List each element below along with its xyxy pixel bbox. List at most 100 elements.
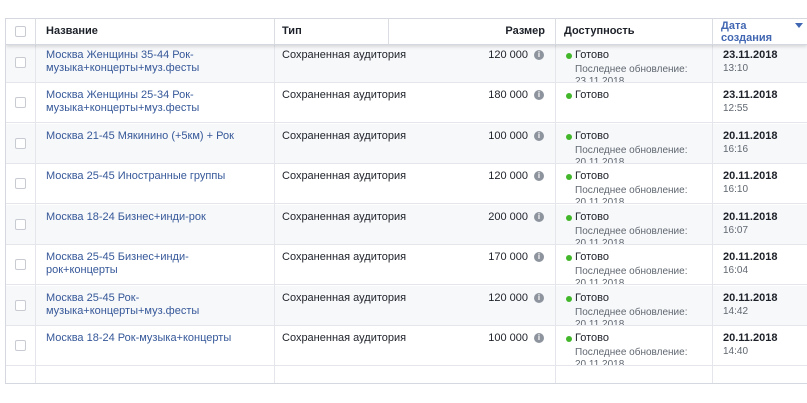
status-ready-dot-icon — [566, 52, 572, 59]
column-grid-line — [274, 19, 275, 383]
created-date: 20.11.2018 — [723, 129, 778, 142]
status-ready-dot-icon — [566, 295, 572, 302]
table-row[interactable]: Москва Женщины 25-34 Рок-музыка+концерты… — [6, 83, 807, 123]
created-time: 13:10 — [723, 62, 749, 74]
column-header-name[interactable]: Название — [46, 19, 98, 44]
audience-size: 120 000 — [488, 170, 528, 182]
column-grid-line — [555, 19, 556, 383]
audience-size: 180 000 — [488, 89, 528, 101]
info-icon[interactable]: i — [534, 252, 544, 262]
status-ready-dot-icon — [566, 255, 572, 261]
audience-size: 200 000 — [488, 210, 528, 223]
sort-descending-icon[interactable] — [795, 23, 803, 28]
audience-size: 170 000 — [488, 251, 528, 263]
table-row[interactable]: Москва 18-24 Рок-музыка+концерты Сохранен… — [6, 326, 807, 366]
audience-size: 120 000 — [488, 48, 528, 61]
column-grid-line — [712, 19, 713, 383]
column-header-created[interactable]: Дата создания — [721, 20, 772, 45]
row-checkbox[interactable] — [15, 56, 26, 68]
table-row[interactable]: Москва 25-45 Бизнес+инди-рок+концерты Сох… — [6, 245, 807, 285]
info-icon[interactable]: i — [534, 130, 544, 141]
created-time: 16:10 — [723, 184, 749, 195]
audience-name-link[interactable]: Москва 25-45 Бизнес+инди-рок+концерты — [46, 251, 246, 277]
row-checkbox[interactable] — [15, 97, 26, 108]
last-updated-label: Последнее обновление: — [575, 225, 688, 237]
status-text: Готово — [575, 332, 609, 344]
info-icon[interactable]: i — [534, 333, 544, 343]
column-header-type[interactable]: Тип — [282, 19, 302, 44]
row-checkbox[interactable] — [15, 340, 26, 351]
created-date: 20.11.2018 — [723, 170, 778, 182]
created-time: 14:40 — [723, 346, 749, 357]
column-divider — [555, 19, 556, 44]
audience-size: 100 000 — [488, 129, 528, 142]
audience-type: Сохраненная аудитория — [282, 129, 407, 142]
last-updated-label: Последнее обновление: — [575, 306, 688, 318]
audience-name-link[interactable]: Москва 18-24 Рок-музыка+концерты — [46, 332, 246, 345]
audience-name-link[interactable]: Москва 21-45 Мякинино (+5км) + Рок — [46, 130, 246, 143]
column-divider — [388, 19, 389, 44]
audience-size: 100 000 — [488, 332, 528, 344]
row-checkbox[interactable] — [15, 299, 26, 311]
status-ready-dot-icon — [566, 133, 572, 140]
table-row[interactable]: Москва 21-45 Мякинино (+5км) + Рок Сохран… — [6, 123, 807, 164]
audience-size: 120 000 — [488, 291, 528, 304]
status-ready-dot-icon — [566, 336, 572, 342]
created-date: 23.11.2018 — [723, 48, 778, 61]
created-date: 20.11.2018 — [723, 291, 778, 304]
audience-type: Сохраненная аудитория — [282, 251, 407, 263]
created-time: 16:07 — [723, 224, 749, 236]
status-text: Готово — [575, 251, 609, 263]
audience-type: Сохраненная аудитория — [282, 210, 407, 223]
status-text: Готово — [575, 89, 609, 101]
last-updated-label: Последнее обновление: — [575, 185, 688, 196]
row-checkbox[interactable] — [15, 178, 26, 189]
created-date: 20.11.2018 — [723, 251, 778, 263]
table-row[interactable]: Москва 25-45 Иностранные группы Сохраненн… — [6, 164, 807, 204]
last-updated-date: 20.11.2018 — [575, 318, 625, 326]
row-checkbox[interactable] — [15, 218, 26, 230]
created-time: 16:16 — [723, 143, 749, 155]
audience-type: Сохраненная аудитория — [282, 291, 407, 304]
table-row[interactable]: Москва 25-45 Рок-музыка+концерты+муз.фес… — [6, 285, 807, 326]
last-updated-date: 20.11.2018 — [575, 278, 625, 285]
info-icon[interactable]: i — [534, 49, 544, 60]
info-icon[interactable]: i — [534, 211, 544, 222]
column-header-size[interactable]: Размер — [505, 19, 545, 44]
info-icon[interactable]: i — [534, 171, 544, 181]
created-time: 16:04 — [723, 265, 749, 276]
created-date: 20.11.2018 — [723, 332, 778, 344]
last-updated-date: 20.11.2018 — [575, 237, 625, 245]
last-updated-label: Последнее обновление: — [575, 347, 688, 358]
audience-name-link[interactable]: Москва 25-45 Рок-музыка+концерты+муз.фес… — [46, 292, 246, 318]
column-header-availability[interactable]: Доступность — [564, 19, 635, 44]
row-checkbox[interactable] — [15, 259, 26, 270]
status-ready-dot-icon — [566, 214, 572, 221]
column-divider — [274, 19, 275, 44]
select-all-checkbox[interactable] — [15, 26, 26, 37]
column-grid-line — [35, 19, 36, 383]
audience-type: Сохраненная аудитория — [282, 170, 407, 182]
audience-name-link[interactable]: Москва Женщины 25-34 Рок-музыка+концерты… — [46, 89, 246, 115]
info-icon[interactable]: i — [534, 292, 544, 303]
audience-name-link[interactable]: Москва Женщины 35-44 Рок-музыка+концерты… — [46, 49, 246, 75]
row-checkbox[interactable] — [15, 137, 26, 149]
column-header-created-line2: создания — [721, 32, 773, 44]
status-ready-dot-icon — [566, 174, 572, 180]
audience-type: Сохраненная аудитория — [282, 89, 407, 101]
table-row[interactable]: Москва 18-24 Бизнес+инди-рок Сохраненная … — [6, 204, 807, 245]
audience-name-link[interactable]: Москва 25-45 Иностранные группы — [46, 170, 246, 183]
status-text: Готово — [575, 291, 609, 304]
last-updated-date: 23.11.2018 — [575, 75, 625, 83]
audience-name-link[interactable]: Москва 18-24 Бизнес+инди-рок — [46, 211, 246, 224]
status-ready-dot-icon — [566, 93, 572, 99]
created-date: 20.11.2018 — [723, 210, 778, 223]
status-text: Готово — [575, 170, 609, 182]
info-icon[interactable]: i — [534, 90, 544, 100]
audience-type: Сохраненная аудитория — [282, 332, 407, 344]
audiences-table: Название Тип Размер Доступность Дата соз… — [5, 18, 807, 384]
table-row[interactable]: Москва Женщины 35-44 Рок-музыка+концерты… — [6, 42, 807, 83]
column-header-created-line1: Дата — [721, 20, 747, 32]
table-header: Название Тип Размер Доступность Дата соз… — [6, 19, 807, 45]
created-time: 12:55 — [723, 103, 749, 114]
